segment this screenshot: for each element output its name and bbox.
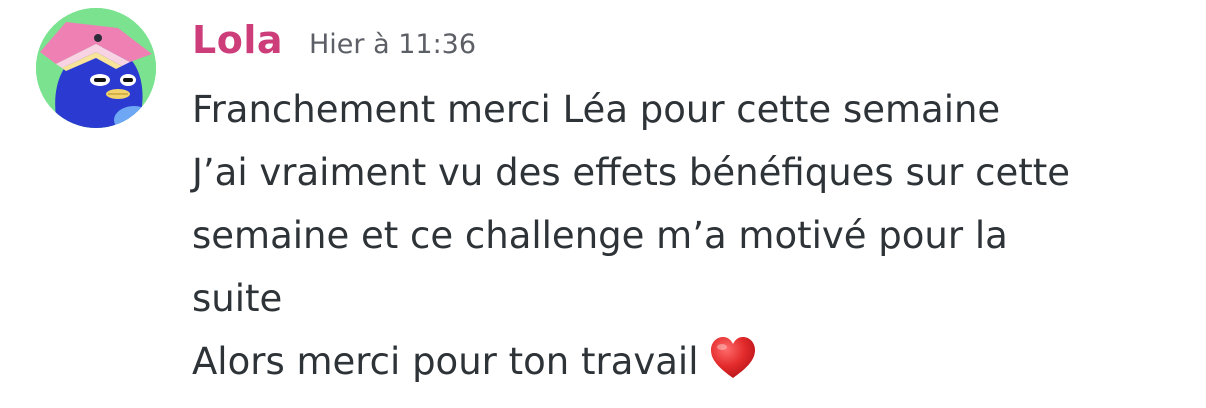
- avatar[interactable]: [36, 8, 156, 128]
- red-heart-icon: [710, 337, 755, 378]
- message-line: suite: [192, 277, 283, 320]
- chat-message: Lola Hier à 11:36 Franchement merci Léa …: [0, 0, 1206, 408]
- message-header: Lola Hier à 11:36: [192, 18, 476, 70]
- message-line: J’ai vraiment vu des effets bénéfiques s…: [192, 151, 1071, 194]
- message-timestamp: Hier à 11:36: [309, 29, 477, 60]
- message-line-text: Alors merci pour ton travail: [192, 340, 699, 383]
- message-line: semaine et ce challenge m’a motivé pour …: [192, 214, 1008, 257]
- author-name[interactable]: Lola: [192, 18, 283, 62]
- message-content: Franchement merci Léa pour cette semaine…: [192, 78, 1182, 393]
- penguin-with-book-icon: [36, 8, 156, 128]
- message-line: Franchement merci Léa pour cette semaine: [192, 88, 1001, 131]
- message-line-last: Alors merci pour ton travail: [192, 330, 1182, 393]
